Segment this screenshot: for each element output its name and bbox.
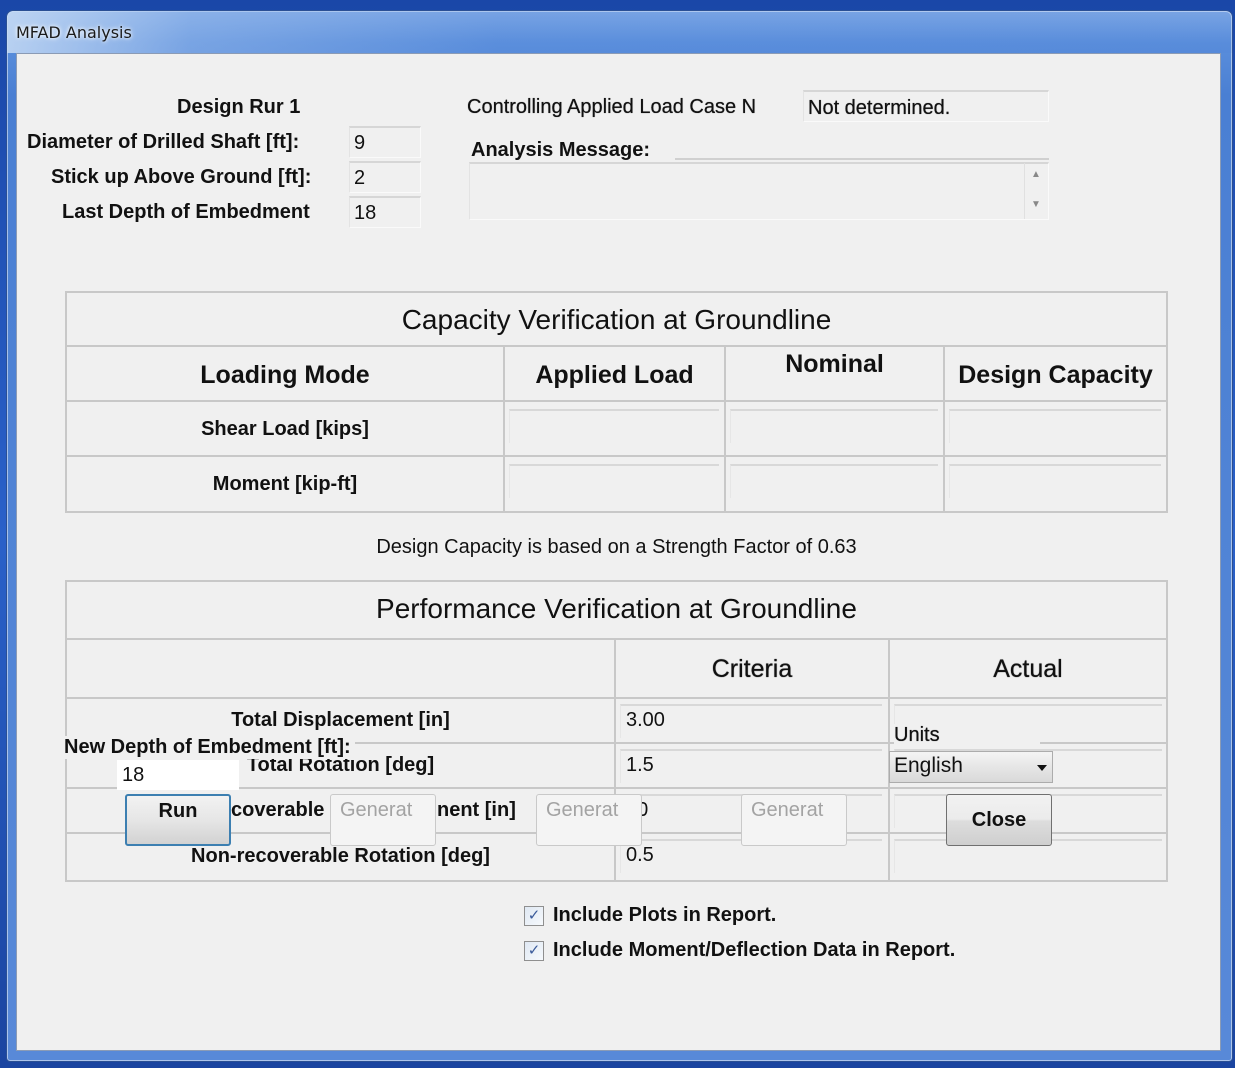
- scroll-up-icon[interactable]: ▲: [1031, 169, 1041, 180]
- analysis-message-label: Analysis Message:: [471, 139, 650, 161]
- shear-design-field[interactable]: [949, 409, 1161, 443]
- controlling-load-case-field[interactable]: Not determined.: [803, 90, 1049, 122]
- divider: [65, 455, 1168, 457]
- row-label-shear-load: Shear Load [kips]: [201, 418, 369, 440]
- last-depth-field[interactable]: 18: [349, 196, 421, 228]
- new-depth-input[interactable]: 18: [117, 760, 239, 790]
- divider: [65, 400, 1168, 402]
- units-select[interactable]: English: [889, 751, 1053, 783]
- design-run-label: Design Rur 1: [177, 96, 301, 118]
- run-button[interactable]: Run: [125, 794, 231, 846]
- new-depth-label: New Depth of Embedment [ft]:: [64, 736, 355, 759]
- dropdown-arrow-icon[interactable]: [1037, 765, 1047, 771]
- col-header-loading-mode: Loading Mode: [200, 361, 370, 389]
- col-header-criteria: Criteria: [711, 655, 793, 683]
- generate-button-2[interactable]: Generat: [536, 794, 642, 846]
- row-label-nonrecoverable-displacement-fragment: coverable: [231, 799, 325, 821]
- shear-nominal-field[interactable]: [730, 409, 938, 443]
- analysis-message-textarea[interactable]: [469, 162, 1049, 220]
- diameter-label: Diameter of Drilled Shaft [ft]:: [27, 131, 300, 153]
- window-title: MFAD Analysis: [16, 23, 132, 42]
- strength-factor-note: Design Capacity is based on a Strength F…: [376, 536, 857, 558]
- include-data-label[interactable]: Include Moment/Deflection Data in Report…: [553, 939, 955, 962]
- close-button[interactable]: Close: [946, 794, 1052, 846]
- scroll-down-icon[interactable]: ▼: [1031, 199, 1041, 210]
- total-displacement-criteria-field[interactable]: 3.00: [620, 704, 882, 738]
- analysis-message-scrollbar[interactable]: ▲ ▼: [1024, 163, 1046, 219]
- moment-nominal-field[interactable]: [730, 464, 938, 498]
- col-header-actual: Actual: [993, 655, 1063, 683]
- divider: [65, 638, 1168, 640]
- analysis-message-separator: [675, 158, 1049, 160]
- moment-design-field[interactable]: [949, 464, 1161, 498]
- divider: [65, 345, 1168, 347]
- dialog-client-area: Design Rur 1 Diameter of Drilled Shaft […: [16, 53, 1221, 1051]
- stickup-field[interactable]: 2: [349, 161, 421, 193]
- capacity-table-title: Capacity Verification at Groundline: [401, 304, 832, 335]
- include-plots-label[interactable]: Include Plots in Report.: [553, 904, 776, 927]
- row-label-nonrecoverable-rotation: Non-recoverable Rotation [deg]: [191, 845, 490, 867]
- total-rotation-criteria-field[interactable]: 1.5: [620, 749, 882, 783]
- stickup-label: Stick up Above Ground [ft]:: [51, 166, 312, 188]
- diameter-field[interactable]: 9: [349, 126, 421, 158]
- shear-applied-field[interactable]: [509, 409, 719, 443]
- controlling-load-case-label: Controlling Applied Load Case N: [467, 96, 757, 118]
- mfad-analysis-window: MFAD Analysis Design Rur 1 Diameter of D…: [6, 10, 1233, 1062]
- row-label-moment: Moment [kip-ft]: [212, 473, 358, 495]
- generate-button-3[interactable]: Generat: [741, 794, 847, 846]
- units-label: Units: [894, 724, 1040, 747]
- divider: [65, 697, 1168, 699]
- col-header-applied-load: Applied Load: [535, 361, 694, 389]
- include-data-checkbox[interactable]: ✓: [524, 941, 544, 961]
- generate-button-1[interactable]: Generat: [330, 794, 436, 846]
- col-header-design-capacity: Design Capacity: [958, 361, 1153, 389]
- units-selected-value: English: [894, 754, 963, 777]
- title-bar[interactable]: MFAD Analysis: [7, 11, 1232, 53]
- col-header-nominal: Nominal: [785, 350, 884, 378]
- row-label-nonrecoverable-displacement-fragment: nent [in]: [437, 799, 516, 821]
- moment-applied-field[interactable]: [509, 464, 719, 498]
- row-label-total-displacement: Total Displacement [in]: [231, 709, 450, 731]
- last-depth-label: Last Depth of Embedment: [62, 201, 310, 223]
- performance-table-title: Performance Verification at Groundline: [376, 593, 857, 624]
- include-plots-checkbox[interactable]: ✓: [524, 906, 544, 926]
